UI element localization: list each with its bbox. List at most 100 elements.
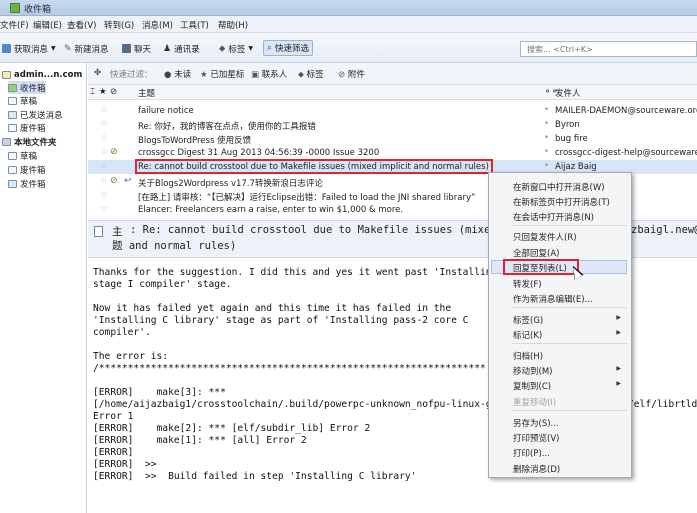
message-subject: 关于Blogs2Wordpress v17.7转换新浪日志评论: [138, 179, 323, 189]
menu-bar: 文件(F) 编辑(E) 查看(V) 转到(G) 消息(M) 工具(T) 帮助(H…: [0, 16, 697, 33]
filter-starred[interactable]: ★ 已加星标: [200, 68, 244, 80]
body-line: Now it has failed yet again and this tim…: [93, 303, 452, 314]
message-subject: [在路上] 请审核：“【已解决】运行Eclipse出错：Failed to lo…: [138, 193, 476, 203]
star-icon[interactable]: ☆: [100, 161, 108, 171]
pencil-icon: ✎: [64, 43, 72, 54]
menu-go[interactable]: 转到(G): [104, 19, 134, 31]
menu-reply-sender[interactable]: 只回复发件人(R): [513, 231, 577, 243]
menu-help[interactable]: 帮助(H): [218, 19, 248, 31]
folder-trash[interactable]: 废件箱: [8, 121, 46, 134]
menu-open-new-window[interactable]: 在新窗口中打开消息(W): [513, 181, 605, 193]
read-dot-icon[interactable]: •: [544, 119, 549, 129]
address-book-button[interactable]: ♟ 通讯录: [163, 42, 200, 55]
get-mail-button[interactable]: 获取消息 ▼: [2, 42, 56, 55]
menu-archive[interactable]: 归档(H): [513, 350, 543, 362]
account-folder[interactable]: admin...n.com: [2, 68, 82, 81]
menu-copy-to[interactable]: 复制到(C): [513, 380, 551, 392]
filter-attachments[interactable]: ⊘ 附件: [338, 68, 365, 80]
write-button[interactable]: ✎ 新建消息: [64, 42, 109, 55]
star-icon[interactable]: ☆: [100, 176, 108, 186]
attachment-column-icon[interactable]: ⊘: [110, 87, 117, 97]
read-dot-icon[interactable]: •: [544, 147, 549, 157]
read-dot-icon[interactable]: •: [544, 105, 549, 115]
read-dot-icon[interactable]: •: [544, 161, 549, 171]
sent-icon: [8, 110, 17, 119]
folder-sent[interactable]: 已发送消息: [8, 108, 63, 121]
star-icon[interactable]: ☆: [100, 119, 108, 129]
local-folders[interactable]: 本地文件夹: [2, 135, 57, 148]
filter-starred-label: 已加星标: [210, 70, 245, 80]
menu-open-new-tab[interactable]: 在新标签页中打开消息(T): [513, 196, 610, 208]
download-icon: [2, 44, 11, 53]
folder-inbox[interactable]: 收件箱: [8, 81, 46, 94]
menu-move-to[interactable]: 移动到(M): [513, 365, 552, 377]
menu-mark[interactable]: 标记(K): [513, 329, 542, 341]
folder-drafts[interactable]: 草稿: [8, 94, 37, 107]
message-row[interactable]: ☆ Re: 你好，我的博客在点点，使用你的工具报错 • Byron: [88, 118, 697, 132]
star-icon[interactable]: ☆: [100, 105, 108, 115]
folder-local-trash[interactable]: 废件箱: [8, 163, 46, 176]
folder-local-drafts[interactable]: 草稿: [8, 149, 37, 162]
body-line: Error 1: [93, 411, 134, 422]
drafts-icon: [8, 96, 17, 105]
message-row[interactable]: ☆ ⊘ crossgcc Digest 31 Aug 2013 04:56:39…: [88, 146, 697, 160]
chat-icon: [122, 44, 131, 53]
quick-filter-button[interactable]: ⌕ 快速筛选: [263, 40, 314, 56]
search-input[interactable]: [521, 42, 696, 56]
menu-edit[interactable]: 编辑(E): [33, 19, 62, 31]
tag-icon: ⬥: [298, 70, 304, 80]
toolbar: 获取消息 ▼ ✎ 新建消息 聊天 ♟ 通讯录 ⬥ 标签 ▼ ⌕ 快速筛选: [0, 33, 697, 63]
menu-print[interactable]: 打印(P)...: [513, 447, 550, 459]
body-line: [ERROR] >>: [93, 459, 157, 470]
menu-view[interactable]: 查看(V): [67, 19, 96, 31]
message-sender: Byron: [555, 120, 580, 130]
menu-separator: [511, 343, 627, 344]
chat-button[interactable]: 聊天: [122, 42, 151, 55]
pin-icon[interactable]: ✤: [94, 68, 101, 78]
paperclip-icon: ⊘: [338, 70, 346, 80]
star-icon[interactable]: ☆: [100, 147, 108, 157]
read-dot-icon[interactable]: •: [544, 133, 549, 143]
folder-label: 草稿: [20, 96, 38, 107]
account-icon: [2, 70, 11, 79]
menu-separator: [511, 307, 627, 308]
menu-message[interactable]: 消息(M): [142, 19, 173, 31]
context-menu: 在新窗口中打开消息(W) 在新标签页中打开消息(T) 在会话中打开消息(N) 只…: [488, 172, 632, 478]
dropdown-arrow-icon[interactable]: ▼: [51, 45, 56, 52]
folder-outbox[interactable]: 发件箱: [8, 177, 46, 190]
star-icon[interactable]: ☆: [100, 133, 108, 143]
menu-tools[interactable]: 工具(T): [180, 19, 209, 31]
star-column-icon[interactable]: ★: [99, 87, 107, 97]
unread-icon: ●: [164, 70, 172, 80]
folder-label: 废件箱: [20, 165, 46, 176]
menu-file[interactable]: 文件(F): [0, 19, 29, 31]
filter-tags[interactable]: ⬥ 标签: [298, 68, 324, 80]
sender-column-header[interactable]: 发件人: [555, 87, 581, 99]
title-bar: 收件箱: [0, 0, 697, 16]
person-icon: ♟: [163, 43, 172, 54]
thread-column-icon[interactable]: ⌶: [90, 87, 95, 97]
menu-save-as[interactable]: 另存为(S)...: [513, 417, 559, 429]
menu-tag[interactable]: 标签(G): [513, 314, 543, 326]
menu-print-preview[interactable]: 打印预览(V): [513, 432, 559, 444]
search-box[interactable]: [520, 41, 697, 57]
menu-delete[interactable]: 删除消息(D): [513, 463, 560, 475]
menu-forward[interactable]: 转发(F): [513, 278, 542, 290]
filter-contacts[interactable]: ▣ 联系人: [251, 68, 287, 80]
filter-unread-label: 未读: [174, 70, 192, 80]
menu-edit-as-new[interactable]: 作为新消息编辑(E)...: [513, 293, 593, 305]
star-icon[interactable]: ☆: [100, 190, 108, 200]
tag-button[interactable]: ⬥ 标签 ▼: [219, 42, 253, 55]
star-icon[interactable]: ☆: [100, 204, 108, 214]
body-line: [/home/aijazbaig1/crosstoolchain/.build/…: [93, 399, 498, 410]
menu-separator: [511, 225, 627, 226]
menu-reply-all[interactable]: 全部回复(A): [513, 247, 559, 259]
message-sender: crossgcc-digest-help@sourceware.org: [555, 148, 697, 158]
subject-column-header[interactable]: 主题: [138, 87, 155, 99]
menu-open-conversation[interactable]: 在会话中打开消息(N): [513, 211, 594, 223]
filter-unread[interactable]: ● 未读: [164, 68, 191, 80]
quick-filter-caption: 快速过滤：: [110, 70, 153, 80]
message-row[interactable]: ☆ BlogsToWordPress 使用反馈 • bug fire: [88, 132, 697, 146]
message-row[interactable]: ☆ failure notice • MAILER-DAEMON@sourcew…: [88, 104, 697, 118]
reply-arrow-icon: ↩: [124, 176, 132, 186]
